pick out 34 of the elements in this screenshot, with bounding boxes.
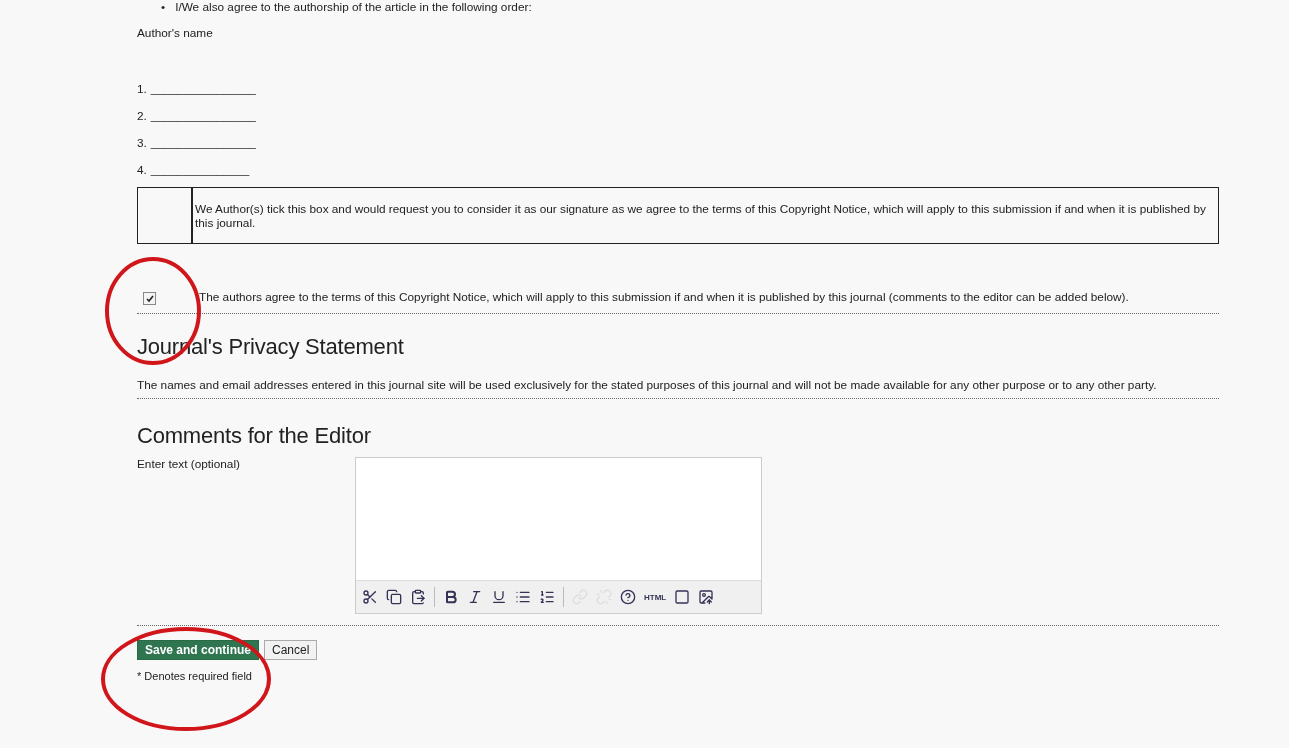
list-number: 4. [137, 163, 147, 177]
bullet-list-icon[interactable] [515, 589, 531, 605]
fullscreen-icon[interactable] [674, 589, 691, 605]
section-heading: Comments for the Editor [137, 423, 372, 449]
paste-icon[interactable] [410, 589, 426, 605]
underline-icon[interactable] [491, 589, 507, 605]
required-note: * Denotes required field [137, 670, 253, 682]
fill-in-line: ________________ [150, 136, 256, 150]
bullet-text: I/We also agree to the authorship of the article in the following order: [175, 0, 532, 14]
bold-icon[interactable] [443, 589, 459, 605]
fill-in-line: ________________ [150, 109, 256, 123]
italic-icon[interactable] [467, 589, 483, 605]
list-number: 1. [137, 82, 147, 96]
fill-in-line: ________________ [150, 82, 256, 96]
agreement-text: The authors agree to the terms of this Copyright Notice, which will apply to this submission if and when it is published by this journal (comments to the editor can be added below). [199, 290, 1129, 305]
html-button[interactable]: HTML [644, 592, 667, 602]
save-button[interactable]: Save and continue [137, 640, 260, 660]
check-icon [145, 294, 154, 303]
signature-text: We Author(s) tick this box and would request you to consider it as our signature as we agree to the terms of this Copyright Notice, which will apply to this submission if and when it is published by this journal. [194, 201, 1207, 232]
bullet-marker: • [161, 0, 166, 14]
cut-icon[interactable] [362, 589, 378, 605]
privacy-text: The names and email addresses entered in this journal site will be used exclusively for the stated purposes of this journal and will not be made available for any other purpose or to any other party. [137, 378, 1158, 392]
copy-icon[interactable] [386, 589, 402, 605]
image-upload-icon[interactable] [698, 589, 715, 605]
fill-in-line: _______________ [150, 163, 250, 177]
list-number: 2. [137, 109, 147, 123]
help-icon[interactable] [620, 589, 636, 605]
field-label: Enter text (optional) [137, 457, 241, 473]
numbered-list-icon[interactable] [539, 589, 555, 605]
cancel-button[interactable]: Cancel [264, 640, 318, 660]
authors-label: Author's name [137, 26, 214, 40]
rich-text-editor[interactable]: HTML [355, 457, 762, 614]
list-number: 3. [137, 136, 147, 150]
agreement-checkbox[interactable] [143, 292, 156, 305]
